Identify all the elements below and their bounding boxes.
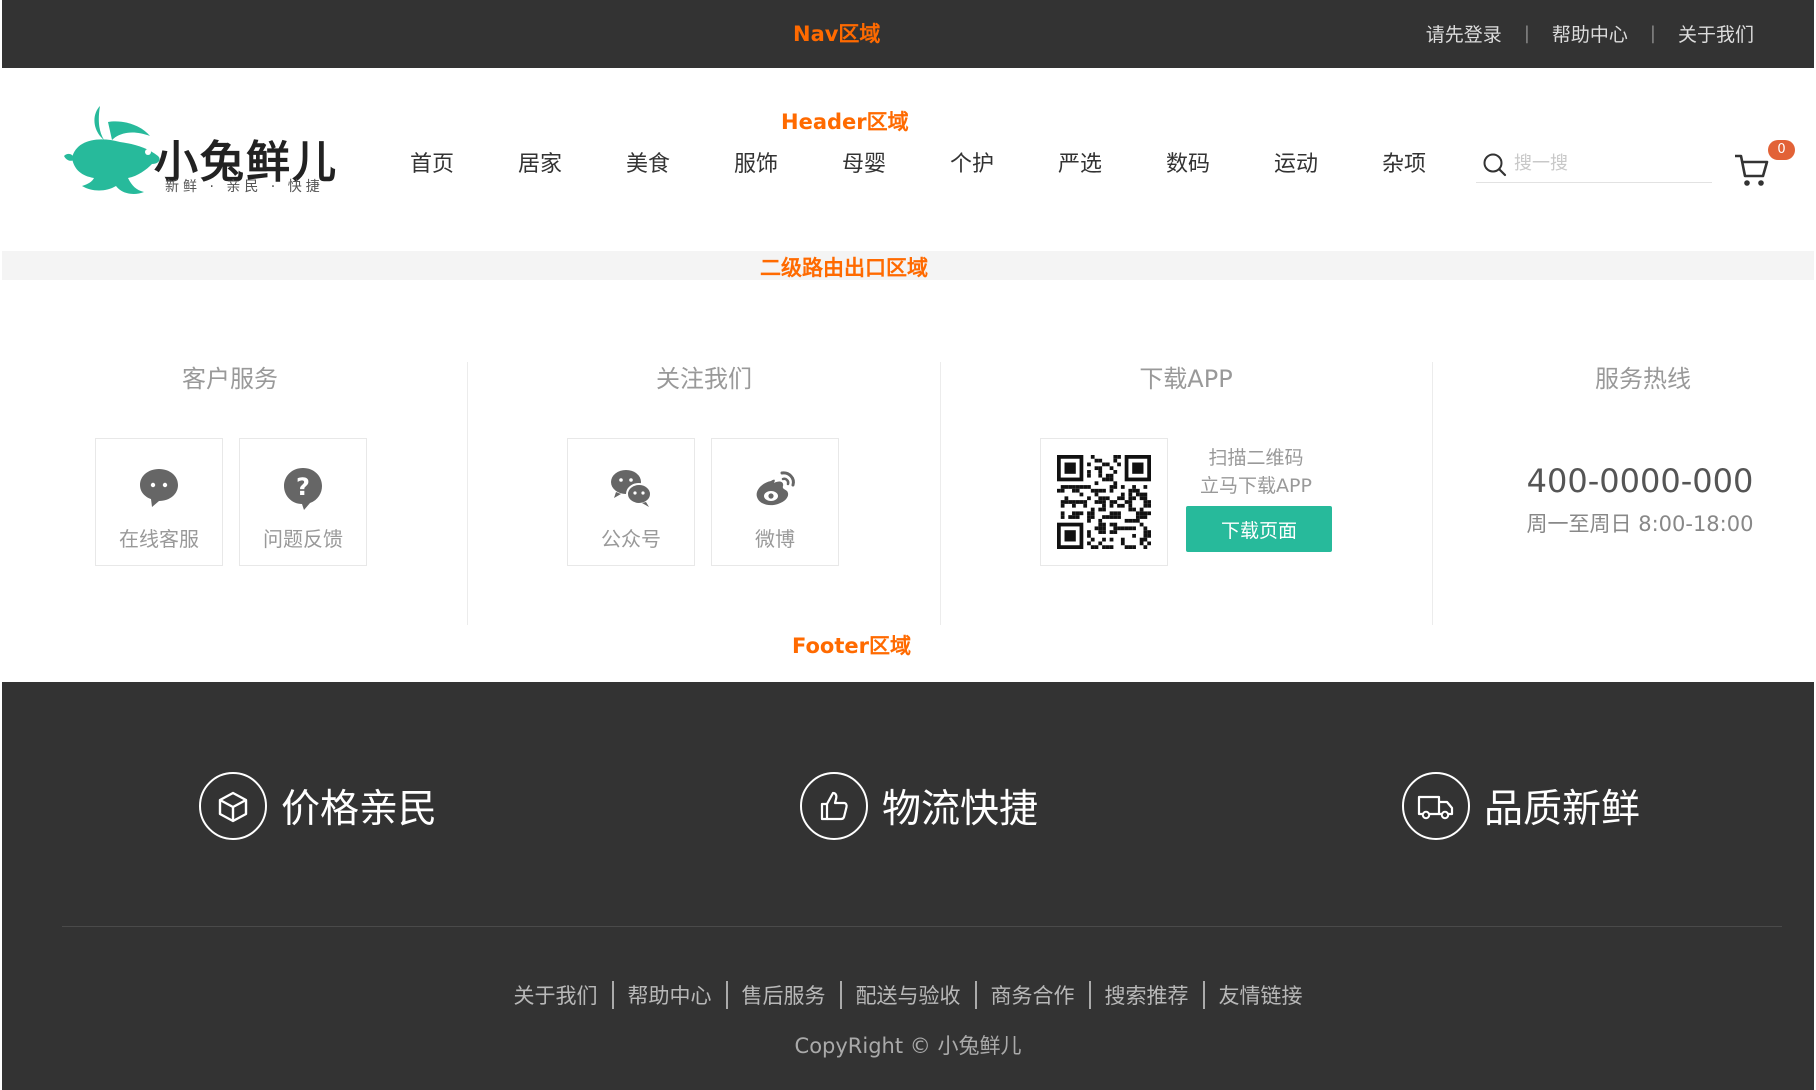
feature-logistics: 物流快捷 — [800, 772, 1038, 840]
footer-zone-label: Footer区域 — [792, 634, 911, 658]
menu-item-digital[interactable]: 数码 — [1134, 146, 1242, 178]
router-outlet-area: 二级路由出口区域 — [2, 251, 1814, 280]
thumbs-up-icon — [820, 791, 848, 821]
weibo-label: 微博 — [755, 527, 795, 551]
scan-hint: 扫描二维码 立马下载APP — [1176, 444, 1336, 500]
nav-links: 请先登录 | 帮助中心 | 关于我们 — [1426, 20, 1754, 47]
chat-bubble-icon — [140, 469, 178, 507]
cart-count-badge: 0 — [1768, 140, 1795, 160]
customer-service-title: 客户服务 — [182, 365, 278, 393]
top-nav: Nav区域 请先登录 | 帮助中心 | 关于我们 — [2, 0, 1814, 68]
follow-us-title: 关注我们 — [656, 365, 752, 393]
footer: 价格亲民 物流快捷 品质新鲜 关于我们 帮助中心 售后服务 配送与验收 商务合作… — [2, 682, 1814, 1090]
feature-circle — [199, 772, 267, 840]
feature-quality-text: 品质新鲜 — [1484, 787, 1641, 832]
column-divider — [1432, 362, 1433, 625]
qr-code — [1040, 438, 1168, 566]
footer-link-friends[interactable]: 友情链接 — [1205, 980, 1317, 1010]
hotline-title: 服务热线 — [1595, 365, 1691, 393]
menu-item-baby[interactable]: 母婴 — [810, 146, 918, 178]
cart-icon — [1735, 154, 1769, 186]
menu-item-home-living[interactable]: 居家 — [486, 146, 594, 178]
wechat-tile[interactable]: 公众号 — [567, 438, 695, 566]
menu-item-food[interactable]: 美食 — [594, 146, 702, 178]
wechat-label: 公众号 — [601, 527, 661, 551]
footer-link-after-sales[interactable]: 售后服务 — [728, 980, 840, 1010]
footer-link-help[interactable]: 帮助中心 — [614, 980, 726, 1010]
nav-zone-label: Nav区域 — [793, 22, 881, 46]
search-icon[interactable] — [1482, 152, 1508, 178]
footer-links: 关于我们 帮助中心 售后服务 配送与验收 商务合作 搜索推荐 友情链接 — [2, 980, 1814, 1010]
box-icon — [218, 791, 248, 823]
qr-code-icon — [1057, 455, 1151, 549]
menu-item-selection[interactable]: 严选 — [1026, 146, 1134, 178]
footer-link-about[interactable]: 关于我们 — [500, 980, 612, 1010]
footer-link-delivery[interactable]: 配送与验收 — [842, 980, 975, 1010]
logo-subtitle: 新鲜 · 亲民 · 快捷 — [165, 179, 324, 195]
weibo-tile[interactable]: 微博 — [711, 438, 839, 566]
svg-text:?: ? — [296, 473, 310, 501]
menu-item-personal-care[interactable]: 个护 — [918, 146, 1026, 178]
download-page-button[interactable]: 下载页面 — [1186, 506, 1332, 552]
download-app-title: 下载APP — [1139, 365, 1233, 393]
service-hours: 周一至周日 8:00-18:00 — [1526, 512, 1754, 536]
menu-item-home[interactable]: 首页 — [378, 146, 486, 178]
menu-item-sports[interactable]: 运动 — [1242, 146, 1350, 178]
footer-link-search[interactable]: 搜索推荐 — [1091, 980, 1203, 1010]
search-input[interactable] — [1512, 152, 1706, 175]
feature-circle — [1402, 772, 1470, 840]
nav-separator: | — [1523, 23, 1530, 44]
wechat-icon — [611, 470, 652, 507]
feature-price: 价格亲民 — [199, 772, 437, 840]
hotline-number: 400-0000-000 — [1526, 462, 1754, 500]
online-service-tile[interactable]: 在线客服 — [95, 438, 223, 566]
category-menu: 首页 居家 美食 服饰 母婴 个护 严选 数码 运动 杂项 — [378, 146, 1458, 178]
about-us-link[interactable]: 关于我们 — [1678, 20, 1754, 47]
footer-divider — [62, 926, 1782, 927]
router-zone-label: 二级路由出口区域 — [760, 256, 928, 280]
column-divider — [467, 362, 468, 625]
footer-link-business[interactable]: 商务合作 — [977, 980, 1089, 1010]
copyright: CopyRight © 小兔鲜儿 — [794, 1034, 1022, 1058]
header: Header区域 小兔鲜儿 新鲜 · 亲民 · 快捷 首页 居家 美食 服饰 母… — [2, 68, 1814, 251]
truck-icon — [1417, 795, 1454, 820]
feature-quality: 品质新鲜 — [1402, 772, 1640, 840]
column-divider — [940, 362, 941, 625]
online-service-label: 在线客服 — [119, 527, 199, 551]
help-center-link[interactable]: 帮助中心 — [1552, 20, 1628, 47]
feature-logistics-text: 物流快捷 — [882, 787, 1039, 832]
login-link[interactable]: 请先登录 — [1426, 20, 1502, 47]
menu-item-misc[interactable]: 杂项 — [1350, 146, 1458, 178]
feedback-tile[interactable]: ? 问题反馈 — [239, 438, 367, 566]
weibo-icon — [756, 471, 795, 506]
feature-price-text: 价格亲民 — [281, 787, 438, 832]
nav-separator: | — [1649, 23, 1656, 44]
scan-line-1: 扫描二维码 — [1208, 447, 1304, 469]
menu-item-apparel[interactable]: 服饰 — [702, 146, 810, 178]
cart-button[interactable]: 0 — [1728, 140, 1795, 190]
feedback-label: 问题反馈 — [263, 527, 343, 551]
scan-line-2: 立马下载APP — [1200, 475, 1312, 497]
feature-circle — [800, 772, 868, 840]
header-zone-label: Header区域 — [781, 110, 909, 134]
question-icon: ? — [284, 468, 322, 510]
search-box — [1476, 144, 1712, 183]
